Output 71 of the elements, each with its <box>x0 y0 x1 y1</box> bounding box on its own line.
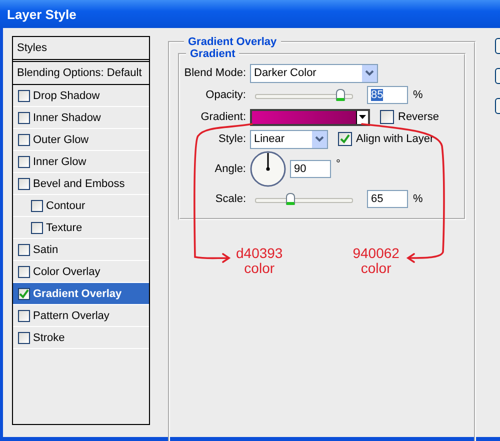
list-item[interactable]: Bevel and Emboss <box>13 173 149 195</box>
list-item[interactable]: Gradient Overlay <box>13 283 149 305</box>
slider-thumb[interactable] <box>286 193 296 205</box>
scale-field[interactable]: 65 <box>367 190 408 208</box>
list-item[interactable]: Blending Options: Default <box>13 62 149 85</box>
annotation-text: color <box>244 261 275 276</box>
slider[interactable] <box>252 88 356 102</box>
field-label: Angle: <box>214 163 246 175</box>
field-label: Scale: <box>214 193 246 205</box>
checkbox[interactable] <box>18 178 30 190</box>
checkbox[interactable] <box>18 332 30 344</box>
group-title: Gradient <box>189 48 236 60</box>
slider[interactable] <box>252 192 356 206</box>
item-label: Texture <box>46 222 82 234</box>
chevron-icon <box>312 130 327 148</box>
list-item[interactable]: Outer Glow <box>13 129 149 151</box>
list-item[interactable]: Inner Glow <box>13 151 149 173</box>
section-title: Gradient Overlay <box>187 36 278 48</box>
item-label: Inner Glow <box>33 156 86 168</box>
list-item[interactable]: Drop Shadow <box>13 85 149 107</box>
checkbox[interactable] <box>338 132 352 146</box>
item-label: Stroke <box>33 332 65 344</box>
checkbox[interactable] <box>18 310 30 322</box>
opacity-field[interactable]: 85 <box>367 86 408 104</box>
gradient-picker[interactable] <box>250 108 370 126</box>
checkbox[interactable] <box>18 156 30 168</box>
field-label: Style: <box>217 133 246 145</box>
checkbox[interactable] <box>18 134 30 146</box>
unit-label: ° <box>336 158 340 170</box>
list-item[interactable]: Satin <box>13 239 149 261</box>
item-label: Pattern Overlay <box>33 310 110 322</box>
checkbox[interactable] <box>18 288 30 300</box>
item-label: Outer Glow <box>33 134 89 146</box>
item-label: Contour <box>46 200 86 212</box>
item-label: Color Overlay <box>33 266 100 278</box>
field-label: Opacity: <box>204 89 246 101</box>
field-label: Blend Mode: <box>183 67 246 79</box>
style-dropdown[interactable]: Linear <box>250 130 328 148</box>
item-label: Satin <box>33 244 58 256</box>
checkbox-label: Align with Layer <box>356 133 434 145</box>
blend-mode-dropdown[interactable]: Darker Color <box>250 64 378 82</box>
item-label: Inner Shadow <box>33 112 101 124</box>
annotation-text: 940062 <box>352 246 400 261</box>
list-item[interactable]: Pattern Overlay <box>13 305 149 327</box>
annotation-text: d40393 <box>236 246 283 261</box>
window-title: Layer Style <box>7 6 76 22</box>
chevron-icon <box>362 64 377 82</box>
checkbox[interactable] <box>18 90 30 102</box>
unit-label: % <box>413 89 423 101</box>
item-label: Gradient Overlay <box>33 288 122 300</box>
checkbox-label: Reverse <box>398 111 439 123</box>
angle-field[interactable]: 90 <box>290 160 331 178</box>
slider-thumb[interactable] <box>336 89 346 101</box>
annotation-text: color <box>360 261 392 276</box>
unit-label: % <box>413 193 423 205</box>
list-item[interactable]: Styles <box>13 37 149 62</box>
checkbox[interactable] <box>18 244 30 256</box>
caret-icon <box>359 115 366 119</box>
item-label: Bevel and Emboss <box>33 178 125 190</box>
list-item[interactable]: Inner Shadow <box>13 107 149 129</box>
checkbox[interactable] <box>31 200 43 212</box>
item-label: Drop Shadow <box>33 90 100 102</box>
angle-dial[interactable] <box>250 151 286 187</box>
field-label: Gradient: <box>200 111 246 123</box>
checkbox[interactable] <box>31 222 43 234</box>
list-item[interactable]: Texture <box>13 217 149 239</box>
list-item[interactable]: Stroke <box>13 327 149 349</box>
checkbox[interactable] <box>380 110 394 124</box>
list-item[interactable]: Contour <box>13 195 149 217</box>
checkbox[interactable] <box>18 112 30 124</box>
checkbox[interactable] <box>18 266 30 278</box>
